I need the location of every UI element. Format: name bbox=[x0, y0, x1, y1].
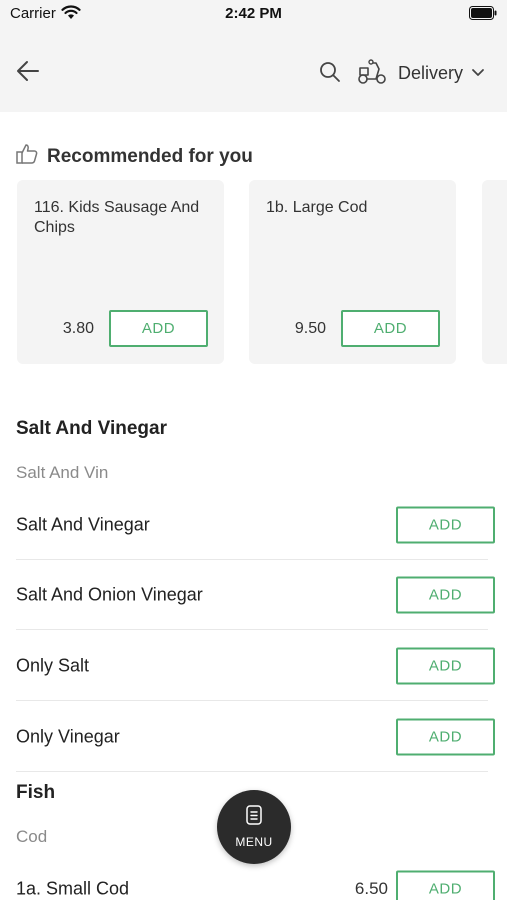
section-title: Fish bbox=[16, 782, 56, 803]
menu-item-row: Salt And Vinegar ADD bbox=[16, 490, 495, 560]
status-bar: Carrier 2:42 PM bbox=[0, 0, 507, 30]
status-time: 2:42 PM bbox=[225, 5, 282, 22]
recommended-item-price: 9.50 bbox=[294, 320, 326, 337]
add-button[interactable]: ADD bbox=[396, 647, 495, 685]
delivery-mode-select[interactable]: Delivery bbox=[398, 60, 485, 86]
row-divider bbox=[16, 700, 488, 701]
menu-item-name: Only Salt bbox=[16, 655, 90, 676]
menu-item-row: Salt And Onion Vinegar ADD bbox=[16, 560, 495, 630]
battery-icon bbox=[469, 6, 497, 25]
subsection-title: Cod bbox=[16, 827, 48, 846]
section-title: Salt And Vinegar bbox=[16, 418, 167, 439]
menu-button-label: MENU bbox=[235, 835, 273, 849]
row-divider bbox=[16, 629, 488, 630]
recommended-item-price: 3.80 bbox=[62, 320, 94, 337]
recommended-item-name: 1b. Large Cod bbox=[266, 199, 368, 216]
menu-item-row: Only Vinegar ADD bbox=[16, 702, 495, 772]
add-button[interactable]: ADD bbox=[109, 310, 208, 347]
menu-button[interactable]: MENU bbox=[217, 790, 291, 864]
thumbs-up-icon bbox=[15, 142, 39, 171]
add-button[interactable]: ADD bbox=[396, 718, 495, 756]
scooter-icon[interactable] bbox=[357, 58, 387, 91]
menu-item-row: Only Salt ADD bbox=[16, 631, 495, 701]
recommended-card[interactable]: 1b. Large Cod 9.50 ADD bbox=[249, 180, 456, 364]
menu-item-price: 6.50 bbox=[354, 879, 388, 898]
add-button[interactable]: ADD bbox=[396, 870, 495, 900]
recommended-title: Recommended for you bbox=[47, 145, 253, 167]
recommended-card[interactable]: 116. Kids Sausage And Chips 3.80 ADD bbox=[17, 180, 224, 364]
row-divider bbox=[16, 771, 488, 772]
delivery-label: Delivery bbox=[398, 62, 464, 83]
menu-item-name: Salt And Vinegar bbox=[16, 514, 150, 535]
top-app-bar: Delivery bbox=[0, 30, 507, 112]
chevron-down-icon bbox=[471, 65, 485, 83]
subsection-title: Salt And Vin bbox=[16, 463, 109, 482]
add-button[interactable]: ADD bbox=[396, 576, 495, 614]
menu-item-name: Salt And Onion Vinegar bbox=[16, 584, 203, 605]
add-button[interactable]: ADD bbox=[341, 310, 440, 347]
recommended-header: Recommended for you bbox=[15, 142, 253, 171]
back-icon[interactable] bbox=[14, 57, 42, 90]
search-icon[interactable] bbox=[318, 60, 342, 89]
menu-icon bbox=[246, 805, 262, 830]
menu-item-name: 1a. Small Cod bbox=[16, 878, 130, 899]
recommended-card-peek[interactable] bbox=[482, 180, 507, 364]
menu-item-name: Only Vinegar bbox=[16, 726, 120, 747]
add-button[interactable]: ADD bbox=[396, 506, 495, 544]
recommended-item-name: 116. Kids Sausage And Chips bbox=[34, 199, 200, 236]
